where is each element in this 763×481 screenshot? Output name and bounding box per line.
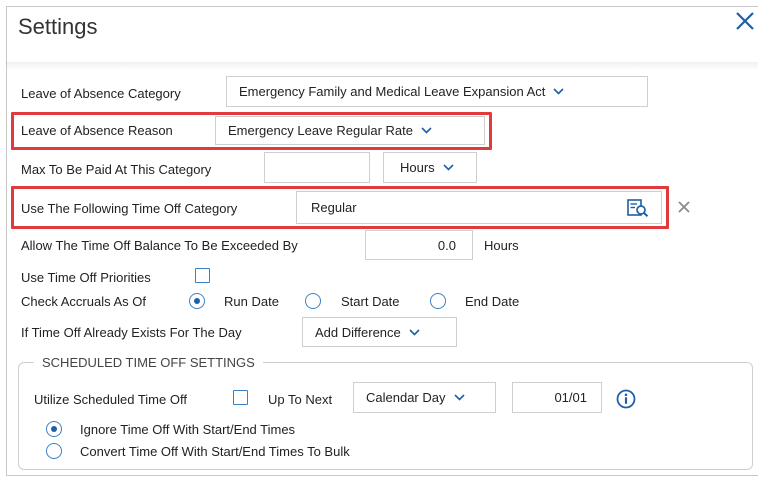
chevron-down-icon bbox=[443, 164, 454, 171]
lookup-icon[interactable] bbox=[627, 199, 649, 217]
chevron-down-icon bbox=[421, 127, 432, 134]
loa-category-value: Emergency Family and Medical Leave Expan… bbox=[239, 84, 546, 99]
convert-times-label: Convert Time Off With Start/End Times To… bbox=[80, 444, 350, 459]
max-paid-unit-value: Hours bbox=[400, 160, 435, 175]
loa-reason-value: Emergency Leave Regular Rate bbox=[228, 123, 413, 138]
loa-category-dropdown[interactable]: Emergency Family and Medical Leave Expan… bbox=[226, 76, 648, 107]
exists-dropdown[interactable]: Add Difference bbox=[302, 317, 457, 347]
close-icon[interactable] bbox=[734, 10, 756, 32]
chevron-down-icon bbox=[453, 394, 465, 401]
info-icon[interactable] bbox=[616, 389, 636, 409]
priorities-label: Use Time Off Priorities bbox=[21, 270, 151, 285]
ignore-times-radio[interactable] bbox=[46, 421, 62, 437]
date-input[interactable]: 01/01 bbox=[512, 382, 602, 413]
priorities-checkbox[interactable] bbox=[195, 268, 210, 283]
clear-icon[interactable] bbox=[678, 201, 690, 213]
up-to-next-label: Up To Next bbox=[268, 392, 333, 407]
max-paid-input[interactable] bbox=[264, 152, 370, 183]
balance-exceeded-value: 0.0 bbox=[437, 237, 456, 253]
time-off-category-value: Regular bbox=[311, 200, 357, 215]
exists-value: Add Difference bbox=[315, 324, 401, 340]
header-divider bbox=[6, 62, 758, 70]
balance-exceeded-unit: Hours bbox=[484, 238, 519, 253]
accruals-start-date-label: Start Date bbox=[341, 294, 400, 309]
max-paid-label: Max To Be Paid At This Category bbox=[21, 162, 212, 177]
chevron-down-icon bbox=[409, 328, 420, 336]
accruals-label: Check Accruals As Of bbox=[21, 294, 146, 309]
accruals-start-date-radio[interactable] bbox=[305, 293, 321, 309]
date-value: 01/01 bbox=[554, 390, 587, 405]
utilize-label: Utilize Scheduled Time Off bbox=[34, 392, 187, 407]
balance-exceeded-label: Allow The Time Off Balance To Be Exceede… bbox=[21, 238, 298, 253]
accruals-end-date-label: End Date bbox=[465, 294, 520, 309]
accruals-run-date-label: Run Date bbox=[224, 294, 279, 309]
accruals-end-date-radio[interactable] bbox=[430, 293, 446, 309]
exists-label: If Time Off Already Exists For The Day bbox=[21, 325, 242, 340]
scheduled-legend: SCHEDULED TIME OFF SETTINGS bbox=[34, 355, 263, 370]
time-off-category-label: Use The Following Time Off Category bbox=[21, 201, 238, 216]
ignore-times-label: Ignore Time Off With Start/End Times bbox=[80, 422, 296, 437]
loa-reason-dropdown[interactable]: Emergency Leave Regular Rate bbox=[215, 116, 485, 145]
chevron-down-icon bbox=[553, 88, 564, 95]
convert-times-radio[interactable] bbox=[46, 443, 62, 459]
dialog-title: Settings bbox=[18, 14, 98, 39]
max-paid-unit-dropdown[interactable]: Hours bbox=[383, 152, 477, 183]
loa-reason-label: Leave of Absence Reason bbox=[21, 123, 173, 138]
utilize-checkbox[interactable] bbox=[233, 390, 248, 405]
accruals-run-date-radio[interactable] bbox=[189, 293, 205, 309]
period-dropdown[interactable]: Calendar Day bbox=[353, 382, 496, 413]
loa-category-label: Leave of Absence Category bbox=[21, 86, 181, 101]
balance-exceeded-input[interactable]: 0.0 bbox=[365, 230, 473, 260]
time-off-category-input[interactable]: Regular bbox=[296, 191, 662, 224]
period-value: Calendar Day bbox=[366, 390, 446, 405]
